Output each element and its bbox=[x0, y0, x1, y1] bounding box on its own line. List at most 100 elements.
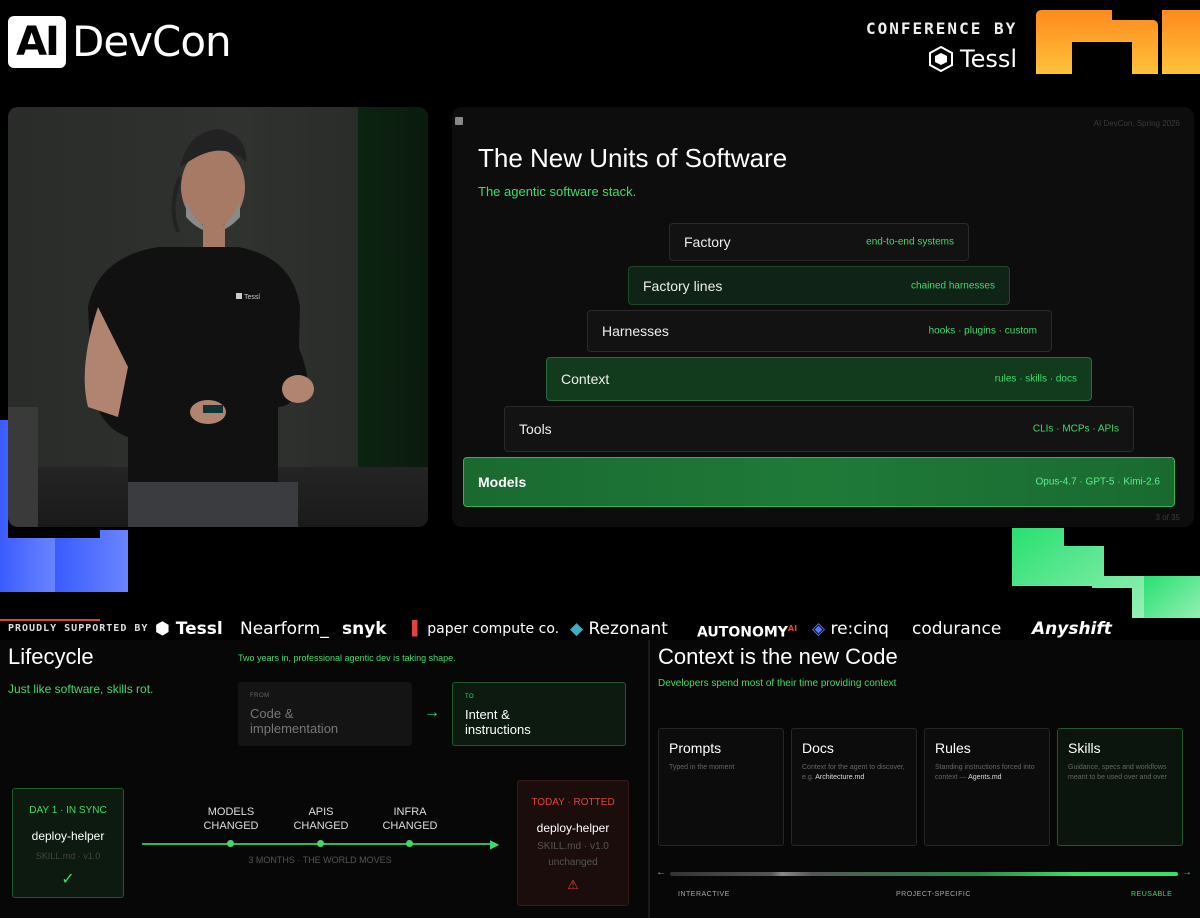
event-infra: INFRA CHANGED bbox=[369, 805, 451, 833]
check-icon: ✓ bbox=[61, 871, 75, 888]
tier-name: Tools bbox=[519, 421, 552, 437]
to-line-2: instructions bbox=[465, 722, 531, 737]
card-desc-file: Agents.md bbox=[968, 774, 1002, 781]
lifecycle-panel: Lifecycle Just like software, skills rot… bbox=[0, 640, 648, 918]
event-models: MODELS CHANGED bbox=[190, 805, 272, 833]
conference-by-label: CONFERENCE BY bbox=[866, 19, 1018, 38]
from-box: FROM Code & implementation bbox=[238, 682, 412, 746]
from-line-2: implementation bbox=[250, 721, 339, 736]
slide-page-number: 3 of 35 bbox=[1155, 513, 1180, 522]
timeline-dot bbox=[317, 840, 324, 847]
tier-harnesses: Harnesses hooks · plugins · custom bbox=[587, 310, 1052, 352]
rezonant-icon: ◆ bbox=[570, 619, 584, 639]
timeline-caption: 3 MONTHS · THE WORLD MOVES bbox=[248, 855, 392, 865]
event-line-2: CHANGED bbox=[203, 820, 259, 832]
timeline-arrowhead-icon: ▶ bbox=[490, 837, 500, 851]
today-file: SKILL.md · v1.0 bbox=[537, 841, 609, 852]
tier-name: Factory bbox=[684, 234, 731, 250]
sponsor-tessl[interactable]: ⬢ Tessl bbox=[155, 617, 223, 641]
card-desc: Guidance, specs and workflows meant to b… bbox=[1068, 763, 1176, 783]
tier-tags: end-to-end systems bbox=[866, 236, 954, 248]
progress-red-bar bbox=[0, 619, 100, 621]
from-line-1: Code & bbox=[250, 706, 294, 721]
scale-label-reusable: REUSABLE bbox=[1131, 891, 1173, 898]
ai-devcon-logo-mark: AI bbox=[8, 16, 66, 68]
card-desc: Context for the agent to discover, e.g. … bbox=[802, 763, 910, 783]
tier-tags: rules · skills · docs bbox=[994, 373, 1077, 385]
slide-tessl-icon bbox=[455, 117, 463, 125]
paper-icon: ▌ bbox=[412, 621, 423, 637]
to-line-1: Intent & bbox=[465, 707, 510, 722]
tier-name: Models bbox=[478, 474, 527, 490]
to-box: TO Intent & instructions bbox=[452, 682, 626, 746]
scale-label-interactive: INTERACTIVE bbox=[678, 891, 730, 898]
scale-label-project-specific: PROJECT-SPECIFIC bbox=[896, 891, 971, 898]
card-desc: Typed in the moment bbox=[669, 763, 777, 773]
tier-tags: CLIs · MCPs · APIs bbox=[1032, 423, 1119, 435]
sponsor-rezonant[interactable]: ◆ Rezonant bbox=[570, 617, 668, 641]
tier-models: Models Opus-4.7 · GPT-5 · Kimi-2.6 bbox=[463, 457, 1175, 507]
sponsor-name: Rezonant bbox=[588, 619, 668, 639]
card-prompts: Prompts Typed in the moment bbox=[658, 728, 784, 846]
sponsor-name: re:cinq bbox=[830, 619, 889, 639]
card-skills: Skills Guidance, specs and workflows mea… bbox=[1057, 728, 1183, 846]
slide-subtitle: The agentic software stack. bbox=[478, 184, 637, 199]
today-skill-name: deploy-helper bbox=[536, 821, 610, 835]
today-status: TODAY · ROTTED bbox=[531, 797, 615, 808]
slide-title: The New Units of Software bbox=[478, 143, 788, 173]
orange-brand-shape bbox=[1036, 10, 1200, 74]
context-title: Context is the new Code bbox=[658, 644, 898, 669]
sponsor-paper-compute[interactable]: ▌ paper compute co. bbox=[412, 617, 559, 641]
lifecycle-subtitle: Just like software, skills rot. bbox=[8, 682, 154, 696]
tessl-logo: Tessl bbox=[928, 44, 1017, 74]
tessl-cube-icon: ⬢ bbox=[155, 619, 176, 639]
card-desc-text: Typed in the moment bbox=[669, 764, 735, 771]
sponsor-name: paper compute co. bbox=[427, 621, 560, 637]
tessl-cube-icon bbox=[929, 45, 953, 73]
card-docs: Docs Context for the agent to discover, … bbox=[791, 728, 917, 846]
tier-factory: Factory end-to-end systems bbox=[669, 223, 969, 261]
blue-brand-shape bbox=[0, 420, 128, 592]
recinq-icon: ◈ bbox=[812, 619, 826, 639]
presentation-slide: AI DevCon, Spring 2026 The New Units of … bbox=[452, 107, 1194, 527]
card-desc: Standing instructions forced into contex… bbox=[935, 763, 1043, 783]
card-rules: Rules Standing instructions forced into … bbox=[924, 728, 1050, 846]
card-desc-file: Architecture.md bbox=[815, 774, 865, 781]
slide-event-label: AI DevCon, Spring 2026 bbox=[1093, 119, 1180, 128]
sponsor-name: Tessl bbox=[175, 619, 223, 639]
event-line-2: CHANGED bbox=[382, 820, 438, 832]
card-title: Skills bbox=[1068, 740, 1101, 756]
day1-status: DAY 1 · IN SYNC bbox=[29, 805, 107, 816]
card-title: Prompts bbox=[669, 740, 722, 756]
timeline-dot bbox=[406, 840, 413, 847]
tier-tags: hooks · plugins · custom bbox=[928, 325, 1037, 337]
tier-name: Factory lines bbox=[643, 277, 723, 294]
sponsor-anyshift[interactable]: Anyshift bbox=[1032, 617, 1112, 641]
sponsor-recinq[interactable]: ◈ re:cinq bbox=[812, 617, 889, 641]
card-title: Docs bbox=[802, 740, 834, 756]
scale-arrow-left-icon: ← bbox=[656, 867, 666, 878]
context-scale-bar bbox=[670, 872, 1178, 876]
event-apis: APIS CHANGED bbox=[280, 805, 362, 833]
event-line-1: INFRA bbox=[393, 806, 427, 818]
context-panel: Context is the new Code Developers spend… bbox=[650, 640, 1200, 918]
tier-name: Context bbox=[561, 371, 610, 387]
tier-factory-lines: Factory lines chained harnesses bbox=[628, 266, 1010, 305]
lifecycle-note: Two years in, professional agentic dev i… bbox=[238, 653, 456, 663]
sponsors-label: PROUDLY SUPPORTED BY bbox=[8, 623, 149, 634]
lifecycle-title: Lifecycle bbox=[8, 644, 94, 669]
scale-arrow-right-icon: → bbox=[1182, 867, 1192, 878]
day1-skill-name: deploy-helper bbox=[31, 829, 105, 843]
event-line-1: MODELS bbox=[207, 806, 255, 818]
sponsor-name: AUTONOMY bbox=[697, 624, 788, 641]
card-desc-text: Guidance, specs and workflows meant to b… bbox=[1068, 764, 1167, 781]
card-title: Rules bbox=[935, 740, 971, 756]
tier-name: Harnesses bbox=[602, 323, 669, 339]
sponsor-suffix: AI bbox=[787, 624, 798, 633]
sponsor-nearform[interactable]: Nearform_ bbox=[240, 617, 329, 641]
sponsor-codurance[interactable]: codurance bbox=[912, 617, 1001, 641]
sponsor-snyk[interactable]: snyk bbox=[342, 617, 387, 641]
tier-context: Context rules · skills · docs bbox=[546, 357, 1092, 401]
to-caption: TO bbox=[465, 694, 475, 700]
tier-tags: Opus-4.7 · GPT-5 · Kimi-2.6 bbox=[1035, 476, 1160, 488]
